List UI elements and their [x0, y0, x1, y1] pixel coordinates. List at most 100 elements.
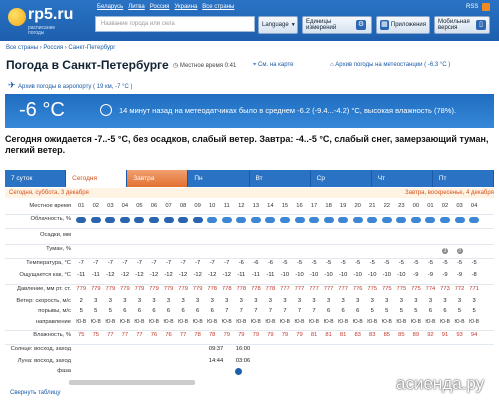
- humidity-cell: 79: [267, 332, 274, 338]
- map-link[interactable]: ⌖ См. на карте: [253, 62, 293, 69]
- temp-cell: -6: [253, 260, 259, 266]
- tab-tomorrow[interactable]: Завтра: [127, 170, 189, 187]
- country-link-all[interactable]: Все страны: [202, 4, 234, 10]
- tab-today[interactable]: Сегодня: [66, 170, 128, 187]
- row-separator: [5, 344, 494, 345]
- feels-cell: -10: [295, 272, 304, 278]
- pressure-cell: 773: [440, 286, 450, 292]
- wind-cell: 3: [312, 298, 316, 304]
- forecast-table: Сегодня, суббота, 3 декабря Завтра, воск…: [5, 188, 494, 378]
- humidity-cell: 92: [427, 332, 434, 338]
- temp-cell: -7: [151, 260, 157, 266]
- wind-cell: 3: [428, 298, 433, 304]
- cloud-icon: [452, 214, 467, 225]
- hours-cell: 18: [325, 203, 332, 209]
- cloud-icon: [163, 217, 174, 223]
- clock-icon: [100, 104, 112, 116]
- temp-cell: -7: [136, 260, 143, 266]
- feels-cell: -9: [442, 272, 448, 278]
- pressure-cell: 775: [367, 286, 378, 292]
- hours-cell: 10: [208, 203, 216, 209]
- hours-cell: 04: [470, 203, 478, 209]
- cloud-icon: [134, 217, 145, 223]
- cloud-icon: [119, 217, 130, 223]
- humidity-cell: 79: [296, 332, 303, 338]
- feels-cell: -12: [120, 272, 130, 278]
- direction-cell: Ю-В: [381, 319, 392, 325]
- local-time: ◷ Местное время 0:41: [173, 62, 236, 69]
- clock-icon: ◷: [173, 63, 180, 69]
- wind-cell: 3: [239, 298, 243, 304]
- temp-cell: -7: [78, 260, 84, 266]
- feels-cell: -11: [77, 272, 86, 278]
- temp-cell: -5: [311, 260, 317, 266]
- gear-icon: ⚙: [356, 20, 366, 30]
- watermark: асиенда.ру: [396, 374, 485, 393]
- logo[interactable]: rp5.ru расписание погоды: [6, 4, 86, 38]
- fog-cell: 3: [452, 246, 467, 254]
- collapse-table-link[interactable]: Свернуть таблицу: [10, 390, 60, 396]
- pressure-cell: 777: [309, 286, 319, 292]
- direction-cell: Ю-В: [454, 319, 465, 325]
- chevron-down-icon: ▼: [290, 22, 296, 28]
- forecast-summary: Сегодня ожидается -7..-5 °C, без осадков…: [5, 134, 489, 155]
- tab-thu[interactable]: Чт: [372, 170, 433, 187]
- feels-cell: -12: [164, 272, 173, 278]
- tab-tue[interactable]: Вт: [250, 170, 311, 187]
- sunrise-time: 09:37: [208, 346, 224, 352]
- wind-cell: 3: [108, 298, 112, 304]
- station-archive-link[interactable]: ⌂ Архив погоды на метеостанции ( -6.3 °C…: [330, 62, 450, 68]
- cloud-icon: [309, 217, 320, 223]
- country-link-russia[interactable]: Россия: [150, 4, 170, 10]
- hours-cell: 04: [121, 203, 129, 209]
- row-separator: [5, 244, 494, 245]
- cloud-icon: [338, 217, 349, 223]
- hours-cell: 11: [223, 203, 230, 209]
- wind-cell: 3: [297, 298, 302, 304]
- cloud-icon: [176, 214, 191, 225]
- tab-fri[interactable]: Пт: [433, 170, 494, 187]
- temp-cell: -7: [224, 260, 230, 266]
- cloud-icon: [279, 217, 290, 223]
- country-link-belarus[interactable]: Беларусь: [97, 4, 123, 10]
- cloud-icon: [249, 214, 264, 225]
- cloud-icon: [469, 217, 480, 223]
- hours-cell: 02: [441, 203, 449, 209]
- wind-cell: 2: [79, 298, 83, 304]
- wind-cell: 3: [181, 298, 185, 304]
- wind-cell: 3: [94, 298, 98, 304]
- humidity-cell: 77: [107, 332, 114, 338]
- mobile-button[interactable]: Мобильная версия ▯: [434, 16, 490, 34]
- hours-cell: 19: [339, 203, 347, 209]
- tab-mon[interactable]: Пн: [188, 170, 250, 187]
- country-link-ukraine[interactable]: Украина: [174, 4, 197, 10]
- cloud-icon: [105, 217, 116, 223]
- tab-wed[interactable]: Ср: [311, 170, 372, 187]
- label-phase: фаза: [57, 368, 71, 374]
- airport-archive-link[interactable]: ✈ Архив погоды в аэропорту ( 19 км, -7 °…: [8, 80, 133, 91]
- pressure-cell: 772: [454, 286, 465, 292]
- cloud-icon: [89, 214, 104, 225]
- units-button[interactable]: Единицы измерений ⚙: [302, 16, 372, 34]
- humidity-cell: 77: [179, 332, 187, 338]
- horizontal-scrollbar[interactable]: [69, 380, 195, 385]
- hours-cell: 13: [252, 203, 260, 209]
- rss-icon[interactable]: [482, 3, 490, 11]
- pressure-cell: 778: [221, 286, 232, 292]
- cloud-icon: [161, 214, 176, 225]
- gusts-cell: 7: [283, 308, 287, 314]
- rss-link[interactable]: RSS: [466, 4, 478, 10]
- country-link-lithuania[interactable]: Литва: [128, 4, 145, 10]
- language-button[interactable]: Language ▼: [258, 16, 298, 34]
- direction-cell: Ю-В: [396, 319, 407, 325]
- search-input[interactable]: Название города или села: [95, 16, 255, 32]
- wind-cell: 3: [225, 298, 229, 304]
- sun-logo-icon: [8, 8, 26, 26]
- hours-cell: 16: [296, 203, 303, 209]
- apps-button[interactable]: ▦ Приложения: [376, 16, 430, 34]
- hours-cell: 01: [78, 203, 85, 209]
- temp-cell: -7: [165, 260, 172, 266]
- direction-cell: Ю-В: [279, 319, 290, 325]
- tab-7days[interactable]: 7 суток: [5, 170, 67, 187]
- breadcrumb[interactable]: Все страны › Россия › Санкт-Петербург: [6, 45, 115, 51]
